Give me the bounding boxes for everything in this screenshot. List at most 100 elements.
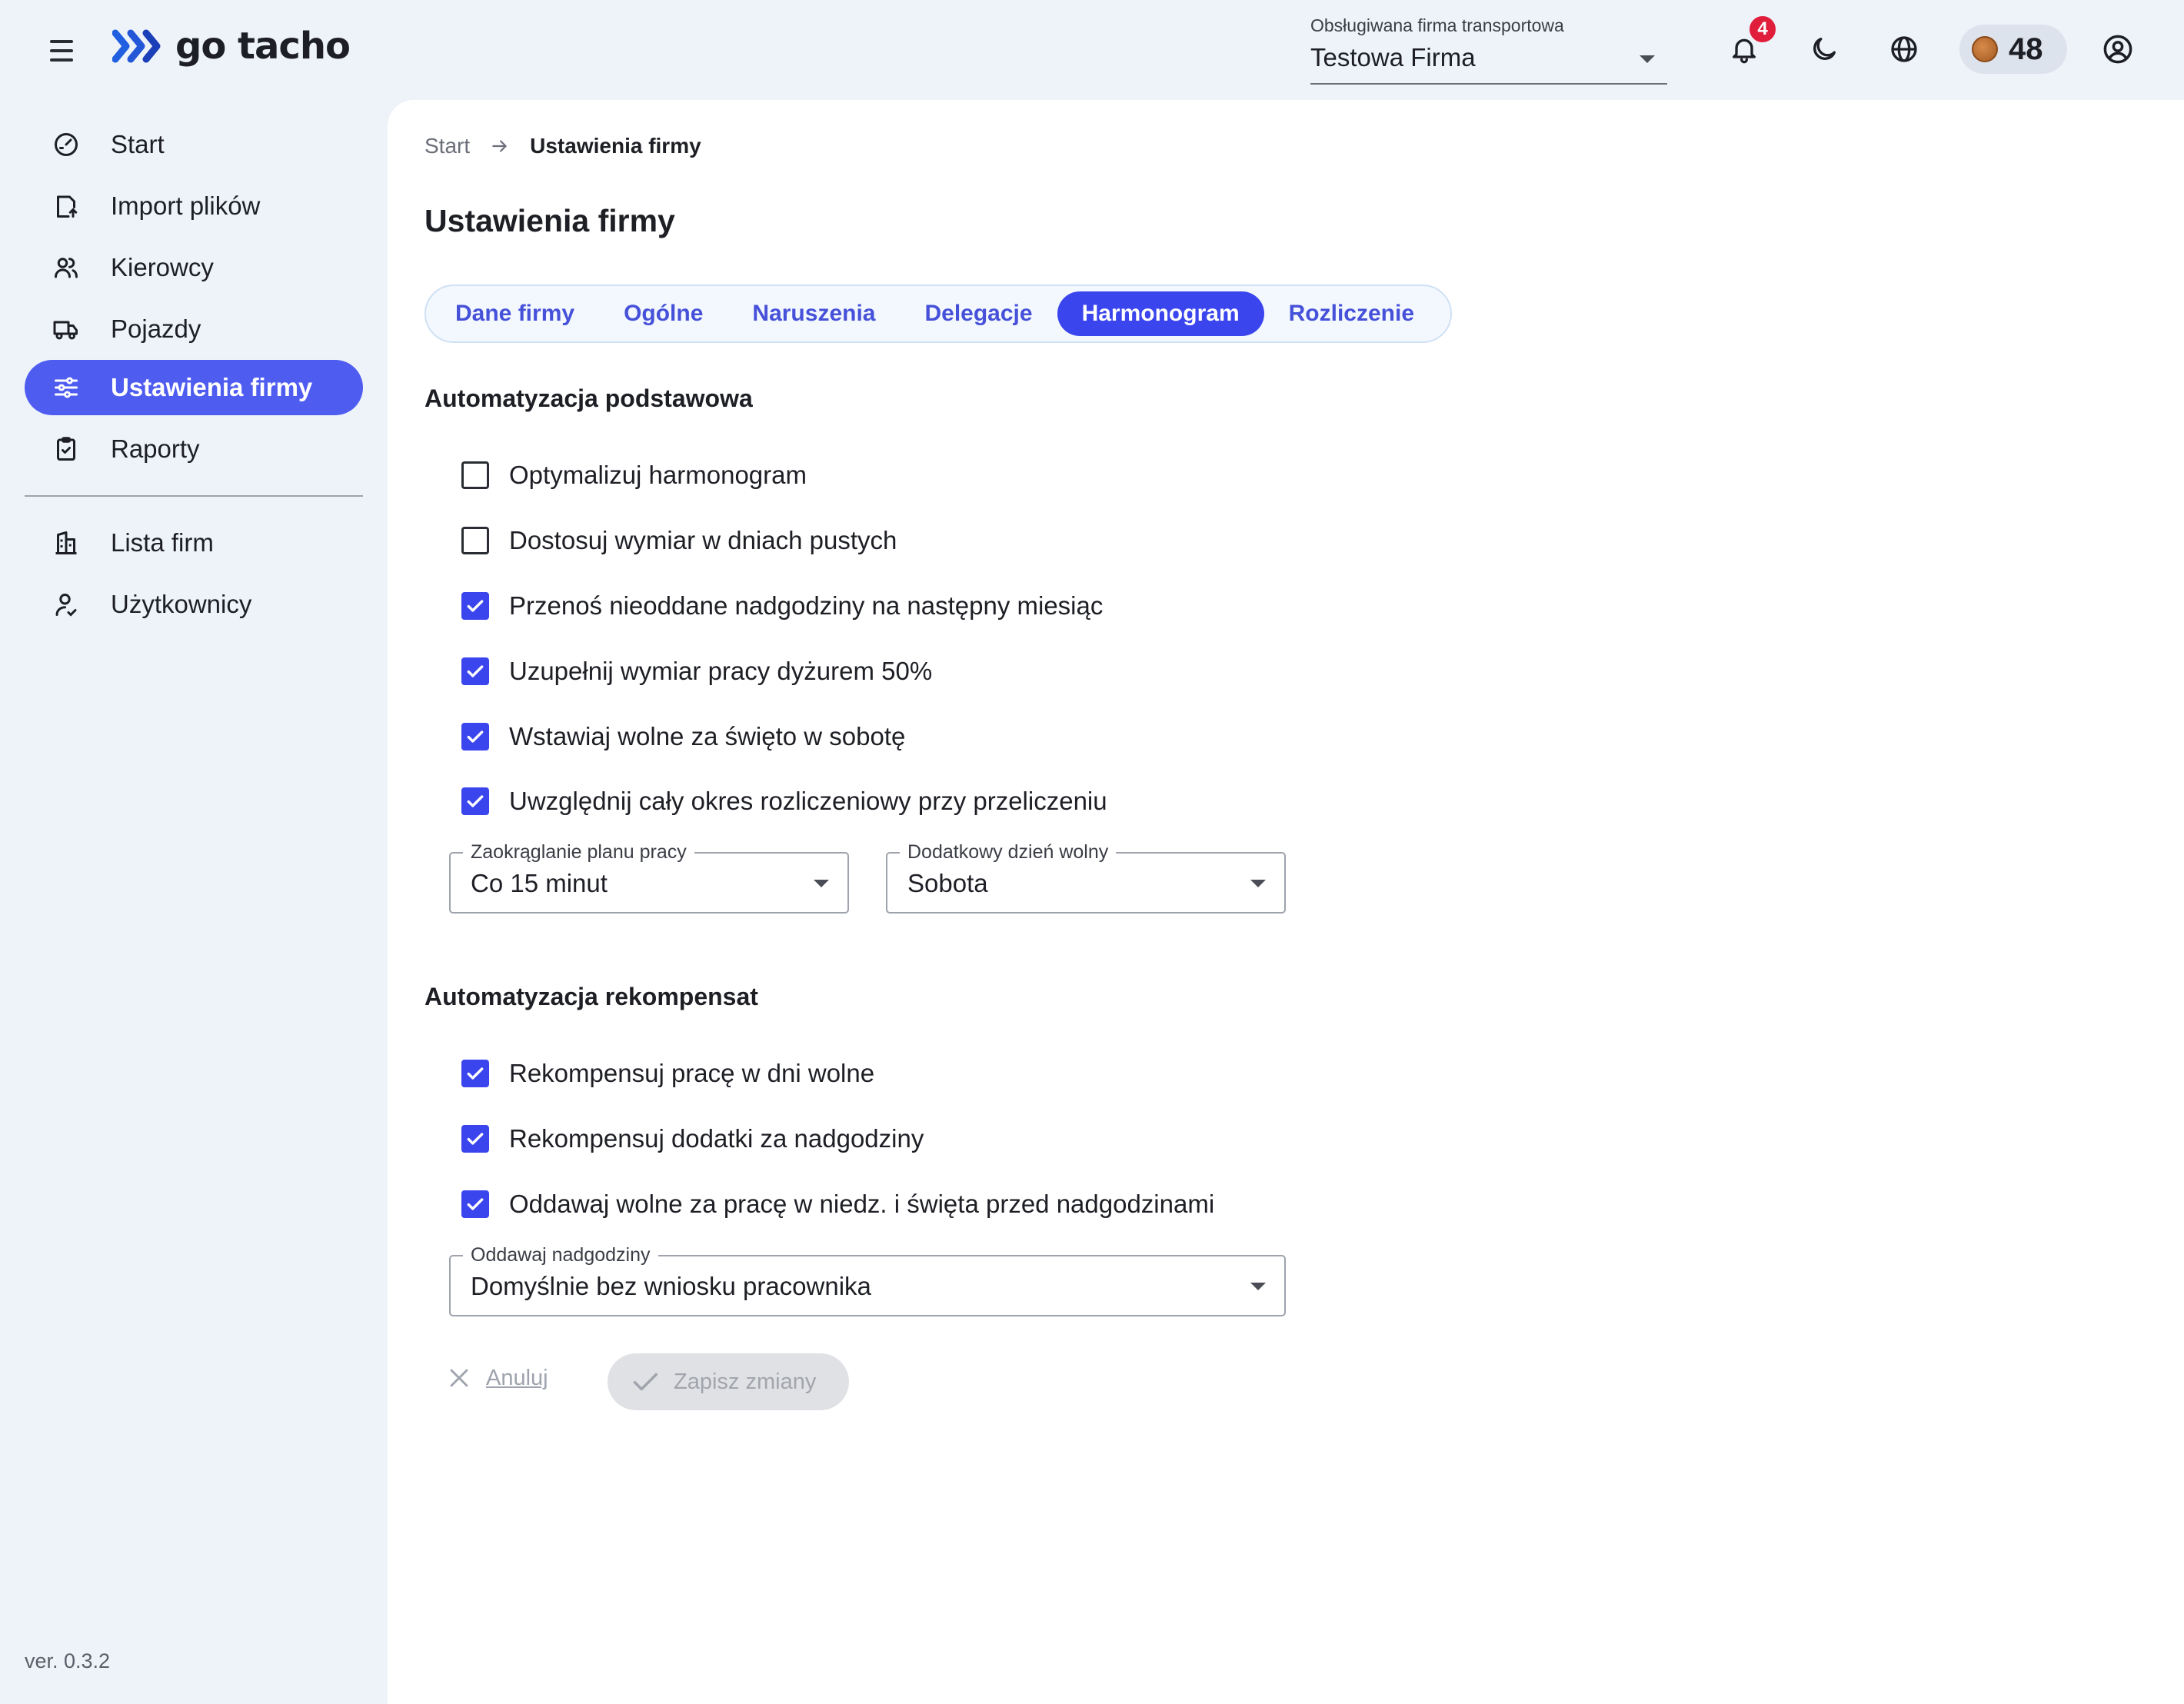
checkbox-fill-duty[interactable]: Uzupełnij wymiar pracy dyżurem 50%: [461, 651, 932, 691]
extra-day-off-value: Sobota: [907, 869, 988, 897]
coin-icon: [1972, 36, 1998, 62]
checkbox-sunday-holiday-first[interactable]: Oddawaj wolne za pracę w niedz. i święta…: [461, 1184, 1214, 1224]
checkbox-label: Rekompensuj pracę w dni wolne: [509, 1059, 875, 1087]
checkbox-box[interactable]: [461, 527, 489, 554]
menu-icon[interactable]: [43, 32, 80, 69]
coins-count: 48: [2009, 32, 2043, 66]
sidebar-item-label: Użytkownicy: [111, 590, 252, 618]
tab-schedule[interactable]: Harmonogram: [1057, 291, 1264, 336]
sidebar-item-start[interactable]: Start: [25, 117, 363, 172]
sidebar-item-label: Lista firm: [111, 528, 214, 557]
sliders-icon: [51, 372, 82, 403]
page-title: Ustawienia firmy: [424, 203, 675, 238]
logo-chevrons-icon: [112, 29, 161, 63]
sidebar-item-reports[interactable]: Raporty: [25, 421, 363, 477]
checkbox-box[interactable]: [461, 723, 489, 750]
company-select[interactable]: Obsługiwana firma transportowa Testowa F…: [1310, 12, 1667, 85]
tab-violations[interactable]: Naruszenia: [727, 291, 900, 336]
app-name: go tacho: [175, 25, 351, 68]
file-import-icon: [51, 191, 82, 221]
checkbox-box[interactable]: [461, 657, 489, 685]
overtime-return-select[interactable]: Oddawaj nadgodziny Domyślnie bez wniosku…: [449, 1244, 1286, 1316]
top-bar: go tacho Obsługiwana firma transportowa …: [0, 0, 2184, 100]
cancel-button-label: Anuluj: [486, 1365, 548, 1390]
tab-company-data[interactable]: Dane firmy: [431, 291, 599, 336]
checkbox-whole-period[interactable]: Uwzględnij cały okres rozliczeniowy przy…: [461, 781, 1107, 821]
cancel-button[interactable]: Anuluj: [446, 1350, 548, 1406]
checkbox-label: Uzupełnij wymiar pracy dyżurem 50%: [509, 657, 933, 685]
sidebar-item-import[interactable]: Import plików: [25, 178, 363, 234]
rounding-select[interactable]: Zaokrąglanie planu pracy Co 15 minut: [449, 841, 849, 914]
overtime-return-value: Domyślnie bez wniosku pracownika: [471, 1272, 871, 1300]
checkbox-box[interactable]: [461, 461, 489, 489]
sidebar-item-label: Kierowcy: [111, 253, 214, 281]
users-icon: [51, 252, 82, 283]
sidebar: Start Import plików Kierowcy Pojazdy Ust…: [0, 100, 388, 1704]
checkbox-compensate-days-off[interactable]: Rekompensuj pracę w dni wolne: [461, 1053, 874, 1093]
checkbox-optimize-schedule[interactable]: Optymalizuj harmonogram: [461, 455, 807, 495]
globe-icon: [1891, 36, 1917, 62]
sidebar-divider: [25, 495, 363, 497]
breadcrumb-start-link[interactable]: Start: [424, 134, 470, 158]
clipboard-icon: [51, 434, 82, 464]
speedometer-icon: [51, 129, 82, 160]
sidebar-item-vehicles[interactable]: Pojazdy: [25, 301, 363, 357]
sidebar-item-label: Import plików: [111, 191, 261, 220]
moon-icon: [1813, 38, 1836, 60]
checkbox-box[interactable]: [461, 1190, 489, 1218]
truck-icon: [51, 314, 82, 344]
check-icon: [467, 665, 484, 677]
language-button[interactable]: [1881, 26, 1927, 72]
app-logo[interactable]: go tacho: [112, 25, 351, 68]
tab-general[interactable]: Ogólne: [599, 291, 727, 336]
checkbox-holiday-saturday[interactable]: Wstawiaj wolne za święto w sobotę: [461, 717, 905, 757]
section-title-basic: Automatyzacja podstawowa: [424, 384, 753, 412]
chevron-down-icon: [1250, 880, 1266, 887]
checkbox-box[interactable]: [461, 1125, 489, 1153]
checkbox-box[interactable]: [461, 1060, 489, 1087]
building-icon: [51, 528, 82, 558]
checkbox-adjust-empty-days[interactable]: Dostosuj wymiar w dniach pustych: [461, 521, 897, 561]
extra-day-off-select[interactable]: Dodatkowy dzień wolny Sobota: [886, 841, 1286, 914]
close-icon: [450, 1369, 468, 1387]
arrow-right-icon: [492, 140, 507, 152]
save-button[interactable]: Zapisz zmiany: [608, 1353, 849, 1410]
check-icon: [467, 795, 484, 807]
checkbox-box[interactable]: [461, 592, 489, 620]
checkbox-box[interactable]: [461, 787, 489, 815]
notification-badge: 4: [1747, 14, 1778, 45]
theme-toggle-button[interactable]: [1801, 26, 1847, 72]
check-icon: [633, 1373, 658, 1391]
check-icon: [467, 731, 484, 743]
settings-tabs: Dane firmy Ogólne Naruszenia Delegacje H…: [424, 285, 1452, 343]
sidebar-item-label: Pojazdy: [111, 315, 201, 343]
account-button[interactable]: [2095, 26, 2141, 72]
checkbox-label: Wstawiaj wolne za święto w sobotę: [509, 722, 906, 750]
app-version: ver. 0.3.2: [25, 1649, 111, 1672]
checkbox-label: Oddawaj wolne za pracę w niedz. i święta…: [509, 1190, 1215, 1218]
chevron-down-icon: [814, 880, 829, 887]
chevron-down-icon: [1640, 55, 1655, 63]
checkbox-label: Przenoś nieoddane nadgodziny na następny…: [509, 591, 1104, 620]
sidebar-item-label: Start: [111, 130, 165, 158]
overtime-return-label: Oddawaj nadgodziny: [463, 1244, 658, 1266]
breadcrumb: Start Ustawienia firmy: [424, 134, 701, 158]
tab-settlement[interactable]: Rozliczenie: [1264, 291, 1439, 336]
check-icon: [467, 1198, 484, 1210]
user-circle-icon: [2103, 35, 2132, 64]
company-select-value: Testowa Firma: [1310, 43, 1476, 72]
coins-balance[interactable]: 48: [1959, 25, 2067, 74]
sidebar-item-company-settings[interactable]: Ustawienia firmy: [25, 360, 363, 415]
check-icon: [467, 1067, 484, 1080]
checkbox-compensate-overtime-bonus[interactable]: Rekompensuj dodatki za nadgodziny: [461, 1119, 924, 1159]
breadcrumb-current: Ustawienia firmy: [530, 134, 701, 158]
sidebar-item-users[interactable]: Użytkownicy: [25, 577, 363, 632]
extra-day-off-label: Dodatkowy dzień wolny: [900, 841, 1117, 864]
tab-delegations[interactable]: Delegacje: [900, 291, 1057, 336]
chevron-down-icon: [1250, 1283, 1266, 1290]
checkbox-label: Rekompensuj dodatki za nadgodziny: [509, 1124, 924, 1153]
checkbox-carry-overtime[interactable]: Przenoś nieoddane nadgodziny na następny…: [461, 586, 1103, 626]
sidebar-item-drivers[interactable]: Kierowcy: [25, 240, 363, 295]
rounding-select-label: Zaokrąglanie planu pracy: [463, 841, 694, 864]
sidebar-item-company-list[interactable]: Lista firm: [25, 515, 363, 571]
